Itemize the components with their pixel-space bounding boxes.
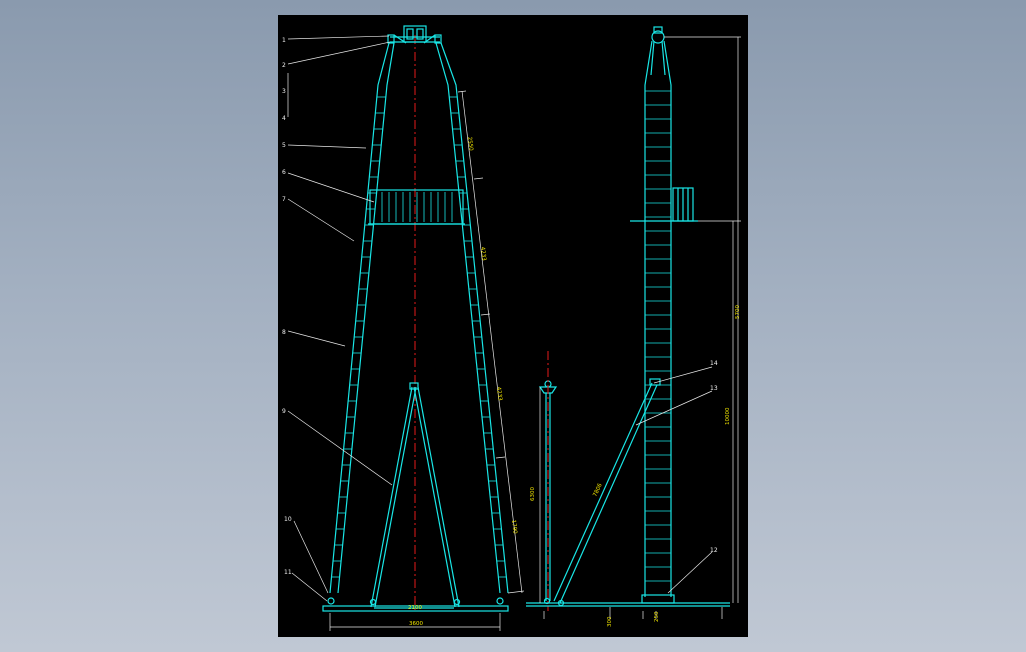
part-label-12: 12: [710, 547, 718, 554]
side-mast-base: [641, 594, 675, 604]
part-label-6: 6: [282, 169, 286, 176]
right-leg-rungs: [449, 96, 507, 578]
dim-brace-length: 7806: [592, 482, 604, 498]
drawing-sheet: 3600 2100 2550 4233 4233 1790 1 2 3 4 5 …: [278, 15, 748, 637]
left-leg-rungs: [331, 96, 386, 578]
dim-leg-bottom: 1790: [510, 520, 518, 535]
part-label-13: 13: [710, 385, 718, 392]
platform-frame: [369, 189, 464, 225]
side-mast-right-rail: [663, 40, 672, 597]
part-label-9: 9: [282, 408, 286, 415]
right-leg-outer-rail: [435, 42, 501, 594]
dim-leg-lower: 4233: [495, 387, 503, 402]
part-label-10: 10: [284, 516, 292, 523]
part-label-4: 4: [282, 115, 286, 122]
dim-base-width: 3600: [409, 621, 423, 627]
left-leg-inner-rail: [337, 42, 395, 594]
dim-leg-upper: 2550: [466, 137, 474, 152]
dim-upper-height: 5700: [735, 305, 741, 319]
dim-base-offset: 300: [607, 616, 613, 627]
platform-railing: [381, 192, 453, 222]
right-leg-inner-rail: [440, 42, 509, 594]
part-label-2: 2: [282, 62, 286, 69]
part-label-11: 11: [284, 569, 292, 576]
side-mast-rungs: [645, 90, 671, 582]
left-foot: [327, 597, 335, 605]
dim-leg-middle: 4233: [479, 247, 487, 262]
dim-inner-base: 2100: [408, 605, 422, 611]
side-mast-left-rail: [644, 40, 653, 597]
tower-drawing: 3600 2100 2550 4233 4233 1790 1 2 3 4 5 …: [282, 25, 741, 631]
left-leg-outer-rail: [329, 42, 390, 594]
part-label-8: 8: [282, 329, 286, 336]
part-label-5: 5: [282, 142, 286, 149]
part-label-1: 1: [282, 37, 286, 44]
part-label-7: 7: [282, 196, 286, 203]
inner-frame-left: [370, 386, 413, 608]
dim-overall-height: 10000: [725, 407, 731, 425]
side-brace-outer: [553, 382, 653, 602]
side-brace-inner: [559, 384, 658, 604]
inner-frame-right: [413, 386, 456, 608]
part-label-3: 3: [282, 88, 286, 95]
dim-foot-offset: 250: [654, 611, 660, 622]
part-label-14: 14: [710, 360, 718, 367]
front-view: 3600 2100 2550 4233 4233 1790 1 2 3 4 5 …: [282, 25, 525, 631]
dim-post-height: 6300: [530, 487, 536, 501]
side-view: 5700 10000 6300 7806 300 250 14 13 12: [526, 26, 741, 627]
right-foot: [496, 597, 504, 605]
